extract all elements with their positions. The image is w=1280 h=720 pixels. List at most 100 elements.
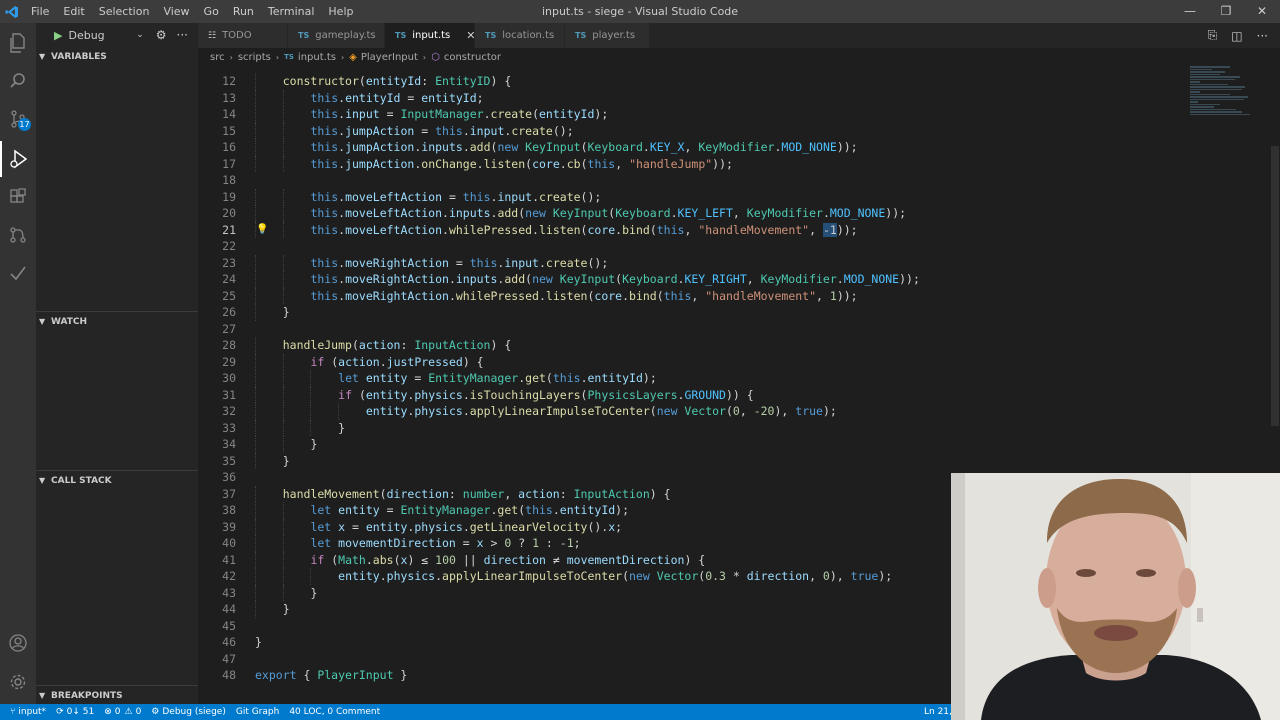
code-line[interactable]: 35} bbox=[198, 452, 1270, 470]
line-number[interactable]: 45 bbox=[198, 618, 236, 635]
code-text[interactable]: } bbox=[338, 420, 345, 437]
more-actions-icon[interactable]: ··· bbox=[177, 28, 188, 42]
tab-gameplay[interactable]: TS gameplay.ts bbox=[288, 23, 385, 48]
code-text[interactable]: } bbox=[255, 634, 262, 651]
line-number[interactable]: 35 bbox=[198, 453, 236, 470]
line-number[interactable]: 12 bbox=[198, 73, 236, 90]
line-number[interactable]: 25 bbox=[198, 288, 236, 305]
code-text[interactable]: this.entityId = entityId; bbox=[310, 90, 483, 107]
debug-config-select[interactable]: Debug bbox=[68, 29, 136, 42]
chevron-down-icon[interactable]: ⌄ bbox=[136, 30, 144, 40]
minimap[interactable] bbox=[1190, 66, 1260, 136]
code-text[interactable]: handleJump(action: InputAction) { bbox=[283, 337, 512, 354]
line-number[interactable]: 46 bbox=[198, 634, 236, 651]
line-number[interactable]: 30 bbox=[198, 370, 236, 387]
line-number[interactable]: 44 bbox=[198, 601, 236, 618]
code-text[interactable]: this.input = InputManager.create(entityI… bbox=[310, 106, 608, 123]
lightbulb-icon[interactable]: 💡 bbox=[256, 222, 268, 239]
code-text[interactable]: entity.physics.applyLinearImpulseToCente… bbox=[366, 403, 837, 420]
code-text[interactable]: export { PlayerInput } bbox=[255, 667, 407, 684]
scrollbar-thumb[interactable] bbox=[1271, 146, 1279, 426]
run-debug-icon[interactable] bbox=[0, 141, 36, 177]
start-debugging-icon[interactable]: ▶ bbox=[54, 29, 62, 42]
code-text[interactable]: entity.physics.applyLinearImpulseToCente… bbox=[338, 568, 892, 585]
code-line[interactable]: 20 this.moveLeftAction.inputs.add(new Key… bbox=[198, 205, 1270, 222]
more-actions-icon[interactable]: ··· bbox=[1257, 29, 1268, 43]
breadcrumb-item[interactable]: scripts bbox=[238, 52, 271, 63]
line-number[interactable]: 23 bbox=[198, 255, 236, 272]
code-text[interactable]: this.moveLeftAction.inputs.add(new KeyIn… bbox=[310, 205, 906, 222]
line-number[interactable]: 13 bbox=[198, 90, 236, 107]
close-window-icon[interactable]: ✕ bbox=[1244, 0, 1280, 23]
todo-tree-icon[interactable] bbox=[0, 255, 36, 291]
line-number[interactable]: 28 bbox=[198, 337, 236, 354]
code-text[interactable]: } bbox=[283, 304, 290, 321]
code-line[interactable]: 22 bbox=[198, 238, 1270, 255]
explorer-icon[interactable] bbox=[0, 25, 36, 61]
debug-status[interactable]: ⚙ Debug (siege) bbox=[151, 707, 226, 717]
breadcrumb-item[interactable]: src bbox=[210, 52, 225, 63]
tab-player[interactable]: TS player.ts bbox=[565, 23, 650, 48]
code-line[interactable]: 28 handleJump(action: InputAction) { bbox=[198, 337, 1270, 354]
code-line[interactable]: 19 this.moveLeftAction = this.input.creat… bbox=[198, 188, 1270, 206]
code-text[interactable]: this.moveRightAction = this.input.create… bbox=[310, 255, 608, 272]
code-text[interactable]: this.moveLeftAction.whilePressed.listen(… bbox=[310, 222, 858, 239]
line-number[interactable]: 29 bbox=[198, 354, 236, 371]
code-line[interactable]: 24 this.moveRightAction.inputs.add(new Ke… bbox=[198, 271, 1270, 288]
line-number[interactable]: 26 bbox=[198, 304, 236, 321]
line-number[interactable]: 47 bbox=[198, 651, 236, 668]
breadcrumb-item[interactable]: PlayerInput bbox=[361, 52, 418, 63]
code-text[interactable]: } bbox=[310, 436, 317, 453]
accounts-icon[interactable] bbox=[0, 625, 36, 661]
code-line[interactable]: 32 entity.physics.applyLinearImpulseToCen… bbox=[198, 403, 1270, 420]
breakpoints-section[interactable]: ▼ BREAKPOINTS bbox=[36, 685, 198, 705]
line-number[interactable]: 39 bbox=[198, 519, 236, 536]
code-text[interactable]: this.moveLeftAction = this.input.create(… bbox=[310, 189, 601, 206]
code-line[interactable]: 23 this.moveRightAction = this.input.crea… bbox=[198, 254, 1270, 272]
line-number[interactable]: 36 bbox=[198, 469, 236, 486]
code-text[interactable]: let entity = EntityManager.get(this.enti… bbox=[338, 370, 657, 387]
code-text[interactable]: this.jumpAction.onChange.listen(core.cb(… bbox=[310, 156, 733, 173]
code-line[interactable]: 31 if (entity.physics.isTouchingLayers(Ph… bbox=[198, 386, 1270, 404]
menu-file[interactable]: File bbox=[24, 0, 56, 23]
code-text[interactable]: if (action.justPressed) { bbox=[310, 354, 483, 371]
git-graph-button[interactable]: Git Graph bbox=[236, 707, 279, 717]
open-changes-icon[interactable]: ⎘ bbox=[1208, 28, 1218, 43]
line-number[interactable]: 20 bbox=[198, 205, 236, 222]
line-number[interactable]: 40 bbox=[198, 535, 236, 552]
code-line[interactable]: 27 bbox=[198, 321, 1270, 338]
tab-input[interactable]: TS input.ts ✕ bbox=[385, 23, 475, 48]
line-number[interactable]: 42 bbox=[198, 568, 236, 585]
line-number[interactable]: 37 bbox=[198, 486, 236, 503]
code-line[interactable]: 17 this.jumpAction.onChange.listen(core.c… bbox=[198, 155, 1270, 173]
menu-help[interactable]: Help bbox=[321, 0, 360, 23]
line-number[interactable]: 32 bbox=[198, 403, 236, 420]
code-text[interactable]: } bbox=[283, 453, 290, 470]
line-number[interactable]: 48 bbox=[198, 667, 236, 684]
code-line[interactable]: 34} bbox=[198, 436, 1270, 453]
source-control-icon[interactable]: 17 bbox=[0, 101, 36, 137]
code-line[interactable]: 15 this.jumpAction = this.input.create(); bbox=[198, 122, 1270, 139]
line-number[interactable]: 18 bbox=[198, 172, 236, 189]
line-number[interactable]: 33 bbox=[198, 420, 236, 437]
code-text[interactable]: } bbox=[283, 601, 290, 618]
watch-section[interactable]: ▼ WATCH bbox=[36, 311, 198, 331]
code-line[interactable]: 26} bbox=[198, 304, 1270, 321]
extensions-icon[interactable] bbox=[0, 179, 36, 215]
minimize-icon[interactable]: — bbox=[1172, 0, 1208, 23]
code-text[interactable]: if (entity.physics.isTouchingLayers(Phys… bbox=[338, 387, 754, 404]
code-line[interactable]: 18 bbox=[198, 172, 1270, 189]
gear-icon[interactable]: ⚙ bbox=[156, 28, 167, 42]
code-text[interactable]: let x = entity.physics.getLinearVelocity… bbox=[310, 519, 622, 536]
code-text[interactable]: let entity = EntityManager.get(this.enti… bbox=[310, 502, 629, 519]
call-stack-section[interactable]: ▼ CALL STACK bbox=[36, 470, 198, 490]
tab-todo[interactable]: ☷ TODO bbox=[198, 23, 288, 48]
code-line[interactable]: 16 this.jumpAction.inputs.add(new KeyInpu… bbox=[198, 139, 1270, 156]
code-line[interactable]: 13 this.entityId = entityId; bbox=[198, 89, 1270, 107]
code-text[interactable]: handleMovement(direction: number, action… bbox=[283, 486, 671, 503]
menu-go[interactable]: Go bbox=[197, 0, 226, 23]
code-text[interactable]: this.moveRightAction.whilePressed.listen… bbox=[310, 288, 857, 305]
line-number[interactable]: 24 bbox=[198, 271, 236, 288]
line-number[interactable]: 27 bbox=[198, 321, 236, 338]
menu-edit[interactable]: Edit bbox=[56, 0, 91, 23]
